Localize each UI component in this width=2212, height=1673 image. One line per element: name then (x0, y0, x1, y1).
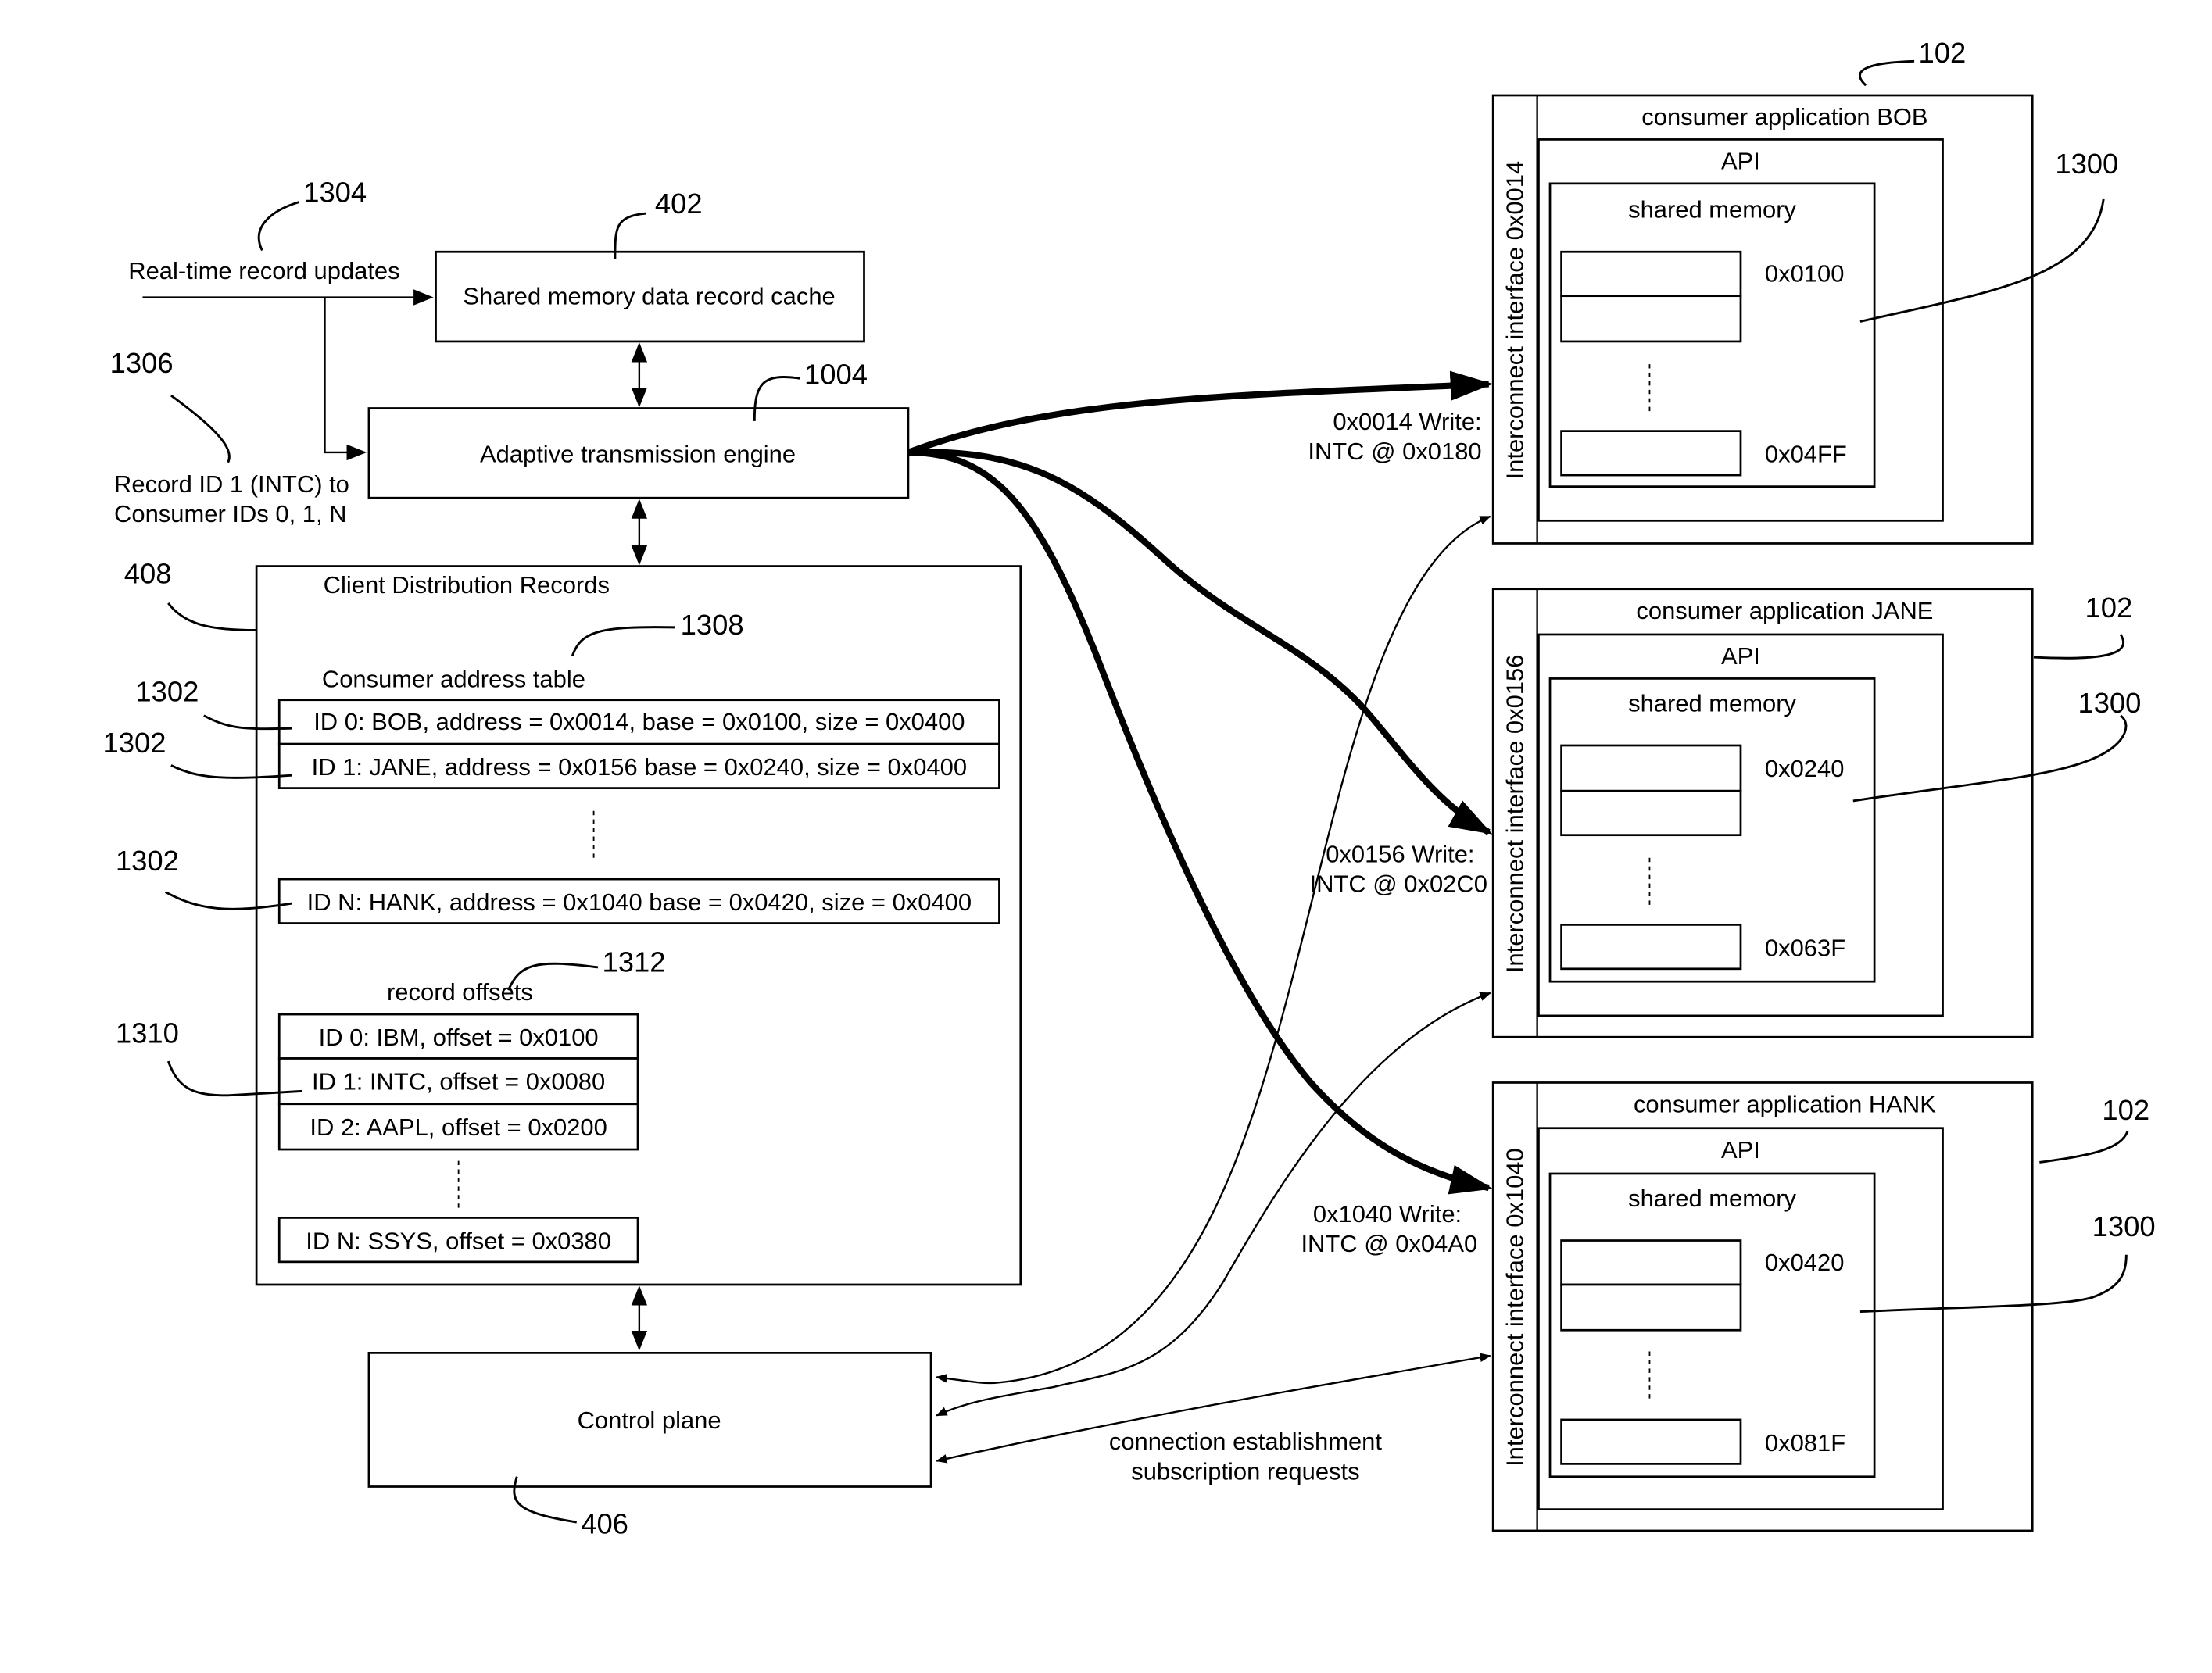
leader-1306 (170, 394, 231, 463)
leader-1304 (257, 201, 300, 252)
start-address: 0x0420 (1765, 1249, 1844, 1276)
memory-slot (1560, 789, 1742, 837)
record-routing-line1: Record ID 1 (INTC) to (114, 470, 349, 498)
offset-row-text: ID 2: AAPL, offset = 0x0200 (310, 1114, 607, 1141)
memory-slot (1560, 744, 1742, 792)
offset-row-text: ID 0: IBM, offset = 0x0100 (319, 1024, 599, 1051)
address-row-text: ID 1: JANE, address = 0x0156 base = 0x02… (312, 753, 967, 781)
ref-102: 102 (1919, 37, 1967, 69)
end-address: 0x063F (1765, 934, 1845, 961)
consumer-title: consumer application HANK (1634, 1091, 1936, 1118)
shared-memory-label: shared memory (1628, 1185, 1796, 1212)
interconnect-interface-label: Interconnect interface 0x0156 (1501, 655, 1528, 974)
client-distribution-records: Client Distribution Records 408 1308 Con… (102, 557, 1022, 1286)
api-label: API (1721, 148, 1760, 175)
ref-1308: 1308 (681, 609, 744, 641)
api-label: API (1721, 642, 1760, 670)
control-plane-block[interactable]: Control plane 406 (367, 1352, 932, 1540)
memory-slot (1560, 1283, 1742, 1332)
ref-1302: 1302 (102, 727, 166, 759)
ref-1304: 1304 (303, 177, 367, 209)
ref-1306: 1306 (110, 347, 174, 379)
write-label-hank-line1: 0x1040 Write: (1313, 1200, 1462, 1228)
address-table-title: Consumer address table (322, 665, 585, 692)
memory-slot (1560, 430, 1742, 477)
start-address: 0x0100 (1765, 259, 1844, 287)
cache-block[interactable]: Shared memory data record cache 402 (435, 188, 865, 343)
ref-1300: 1300 (2055, 148, 2118, 180)
shared-memory-label: shared memory (1628, 689, 1796, 717)
write-label-bob-line2: INTC @ 0x0180 (1308, 438, 1481, 465)
offsets-title: record offsets (387, 978, 533, 1006)
ref-1004: 1004 (804, 359, 868, 391)
ref-1302: 1302 (135, 676, 199, 708)
address-row-text: ID N: HANK, address = 0x1040 base = 0x04… (307, 888, 972, 916)
leader-102 (2039, 1130, 2129, 1164)
control-caption-line2: subscription requests (1131, 1457, 1359, 1485)
start-address: 0x0240 (1765, 755, 1844, 782)
shared-memory-label: shared memory (1628, 196, 1796, 223)
ref-408: 408 (124, 557, 172, 589)
realtime-updates-label: Real-time record updates (128, 257, 399, 284)
offset-row-text: ID 1: INTC, offset = 0x0080 (312, 1068, 605, 1096)
ref-102: 102 (2085, 592, 2133, 624)
leader-102 (2033, 634, 2124, 660)
write-label-bob-line1: 0x0014 Write: (1333, 408, 1481, 435)
ref-1310: 1310 (116, 1017, 179, 1049)
offsets-table: ID 0: IBM, offset = 0x0100 ID 1: INTC, o… (277, 1013, 639, 1264)
end-address: 0x04FF (1765, 441, 1847, 468)
memory-slot (1560, 924, 1742, 971)
memory-slot (1560, 295, 1742, 343)
control-caption-line1: connection establishment (1109, 1428, 1383, 1455)
api-label: API (1721, 1136, 1760, 1164)
cache-label: Shared memory data record cache (463, 283, 835, 310)
updates-to-engine-arrow (324, 297, 367, 461)
memory-slot (1560, 1418, 1742, 1465)
memory-slot (1560, 1239, 1742, 1286)
ref-1312: 1312 (603, 946, 666, 978)
leader-408 (167, 602, 257, 631)
record-routing-line2: Consumer IDs 0, 1, N (114, 500, 346, 527)
consumer-title: consumer application BOB (1641, 103, 1927, 130)
ref-1300: 1300 (2078, 687, 2141, 719)
interconnect-interface-label: Interconnect interface 0x0014 (1501, 161, 1528, 480)
end-address: 0x081F (1765, 1429, 1845, 1457)
write-label-jane-line2: INTC @ 0x02C0 (1309, 870, 1487, 898)
consumer-jane[interactable]: Interconnect interface 0x0156 consumer a… (1491, 588, 2141, 1038)
architecture-diagram: Real-time record updates 1304 1306 Recor… (102, 37, 2156, 1540)
client-distribution-title: Client Distribution Records (324, 571, 610, 599)
ref-1302: 1302 (116, 845, 179, 877)
offset-row-text: ID N: SSYS, offset = 0x0380 (306, 1227, 611, 1254)
leader-102 (1859, 59, 1915, 87)
interconnect-interface-label: Interconnect interface 0x1040 (1501, 1148, 1528, 1467)
record-routing-note: 1306 Record ID 1 (INTC) to Consumer IDs … (110, 347, 349, 527)
ref-406: 406 (581, 1508, 628, 1540)
engine-label: Adaptive transmission engine (480, 441, 796, 468)
write-label-hank-line2: INTC @ 0x04A0 (1301, 1230, 1477, 1257)
consumer-hank[interactable]: Interconnect interface 0x1040 consumer a… (1491, 1081, 2156, 1532)
ref-402: 402 (655, 188, 703, 220)
ref-1300: 1300 (2092, 1210, 2156, 1242)
control-plane-label: Control plane (578, 1407, 721, 1434)
write-label-jane-line1: 0x0156 Write: (1326, 840, 1474, 867)
memory-slot (1560, 250, 1742, 298)
consumer-title: consumer application JANE (1636, 597, 1933, 624)
address-row-text: ID 0: BOB, address = 0x0014, base = 0x01… (313, 708, 965, 735)
consumer-bob[interactable]: Interconnect interface 0x0014 consumer a… (1491, 37, 2118, 545)
ref-102: 102 (2102, 1094, 2149, 1126)
